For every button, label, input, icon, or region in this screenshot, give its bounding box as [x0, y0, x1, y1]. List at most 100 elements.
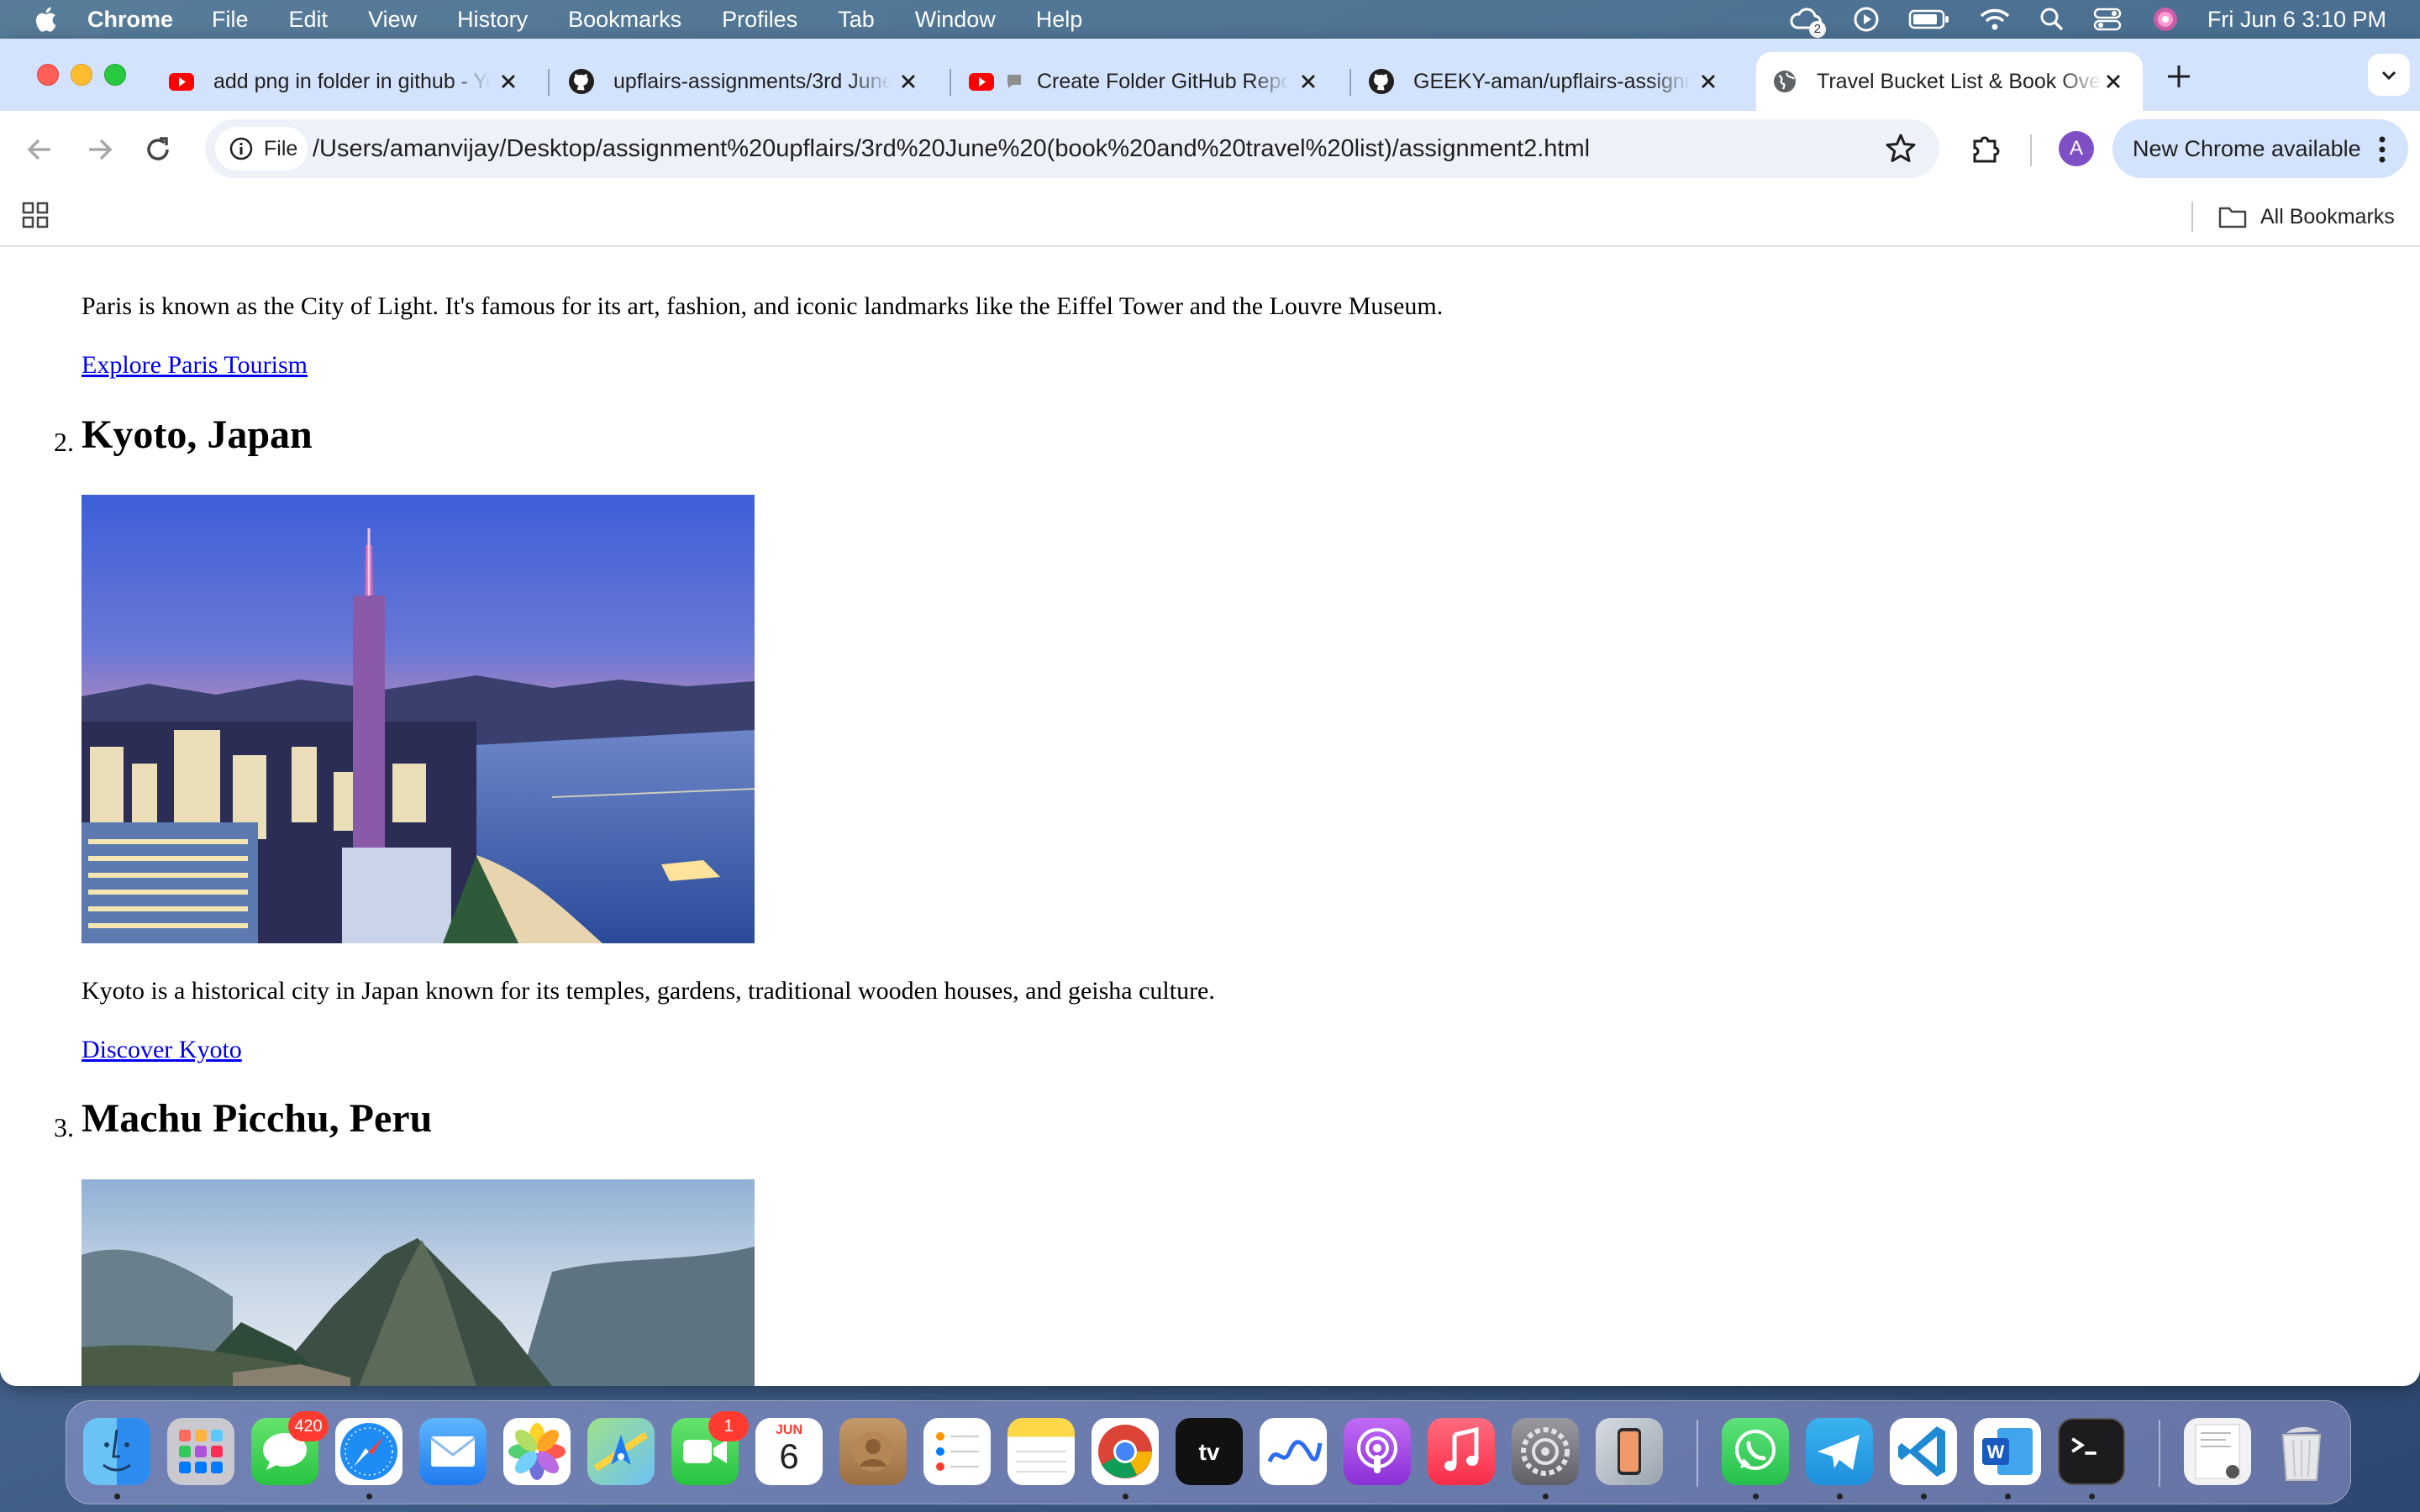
- creative-cloud-icon[interactable]: 2: [1789, 4, 1826, 38]
- chrome-icon[interactable]: [1092, 1418, 1159, 1485]
- running-indicator: [1123, 1494, 1128, 1499]
- close-icon[interactable]: [1297, 71, 1319, 92]
- reload-icon[interactable]: [139, 131, 176, 168]
- running-indicator: [366, 1494, 372, 1499]
- menu-bookmarks[interactable]: Bookmarks: [568, 7, 681, 33]
- terminal-icon[interactable]: [2058, 1418, 2125, 1485]
- tab-youtube-create-folder[interactable]: Create Folder GitHub Repo: [968, 52, 1338, 111]
- running-indicator: [1753, 1494, 1759, 1499]
- apple-tv-icon[interactable]: tv: [1176, 1418, 1243, 1485]
- facetime-icon[interactable]: 1: [671, 1411, 749, 1485]
- freeform-icon[interactable]: [1260, 1418, 1327, 1485]
- battery-icon[interactable]: [1908, 8, 1950, 30]
- forward-arrow-icon[interactable]: [81, 131, 118, 168]
- tab-search-button[interactable]: [2368, 54, 2410, 96]
- menu-app-name[interactable]: Chrome: [87, 7, 173, 33]
- all-bookmarks-button[interactable]: All Bookmarks: [2218, 188, 2395, 245]
- play-circle-icon[interactable]: [1853, 6, 1880, 33]
- tab-travel-bucket-list[interactable]: Travel Bucket List & Book Overview: [1756, 52, 2143, 111]
- launchpad-icon[interactable]: [167, 1418, 234, 1485]
- kebab-menu-icon[interactable]: [2378, 136, 2386, 163]
- url-text[interactable]: /Users/amanvijay/Desktop/assignment%20up…: [313, 119, 1590, 178]
- mail-icon[interactable]: [419, 1418, 487, 1485]
- github-icon: [1369, 69, 1394, 94]
- notes-icon[interactable]: [1007, 1418, 1075, 1485]
- menu-clock[interactable]: Fri Jun 6 3:10 PM: [2207, 7, 2386, 33]
- calendar-day: 6: [779, 1436, 799, 1476]
- photos-icon[interactable]: [503, 1418, 571, 1485]
- tab-github-geeky-aman[interactable]: GEEKY-aman/upflairs-assignments: [1368, 52, 1738, 111]
- music-icon[interactable]: [1428, 1418, 1495, 1485]
- close-icon[interactable]: [897, 71, 919, 92]
- apps-grid-icon[interactable]: [22, 202, 49, 228]
- menu-file[interactable]: File: [212, 7, 249, 33]
- whatsapp-icon[interactable]: [1722, 1418, 1789, 1485]
- menu-view[interactable]: View: [368, 7, 417, 33]
- browser-window: add png in folder in github - YouTube up…: [0, 39, 2420, 1386]
- tab-title: Travel Bucket List & Book Overview: [1817, 69, 2102, 93]
- tab-github-upflairs-assignments[interactable]: upflairs-assignments/3rd June: [568, 52, 938, 111]
- new-tab-plus-icon[interactable]: [2163, 60, 2195, 92]
- spotlight-search-icon[interactable]: [2039, 7, 2065, 32]
- address-bar[interactable]: File /Users/amanvijay/Desktop/assignment…: [205, 119, 1939, 178]
- maps-icon[interactable]: [587, 1418, 655, 1485]
- system-settings-icon[interactable]: [1512, 1418, 1579, 1485]
- tab-title: add png in folder in github - YouTube: [213, 69, 491, 93]
- tab-strip: add png in folder in github - YouTube up…: [0, 39, 2420, 111]
- window-close-button[interactable]: [37, 64, 59, 86]
- extensions-puzzle-icon[interactable]: [1968, 129, 2005, 166]
- running-indicator: [1543, 1494, 1549, 1499]
- new-chrome-available-button[interactable]: New Chrome available: [2112, 119, 2408, 178]
- messages-icon[interactable]: 420: [251, 1411, 329, 1485]
- globe-icon: [1774, 71, 1796, 92]
- all-bookmarks-label: All Bookmarks: [2260, 204, 2395, 228]
- iphone-mirroring-icon[interactable]: [1596, 1418, 1663, 1485]
- contacts-icon[interactable]: [839, 1418, 907, 1485]
- running-indicator: [114, 1494, 120, 1499]
- site-info-chip[interactable]: File: [215, 127, 308, 171]
- menu-bar: Chrome File Edit View History Bookmarks …: [0, 0, 2420, 39]
- speech-bubble-icon: [1007, 75, 1021, 88]
- vscode-icon[interactable]: [1890, 1418, 1957, 1485]
- window-zoom-button[interactable]: [104, 64, 126, 86]
- kyoto-description: Kyoto is a historical city in Japan know…: [82, 977, 1215, 1005]
- telegram-icon[interactable]: [1806, 1418, 1873, 1485]
- menu-help[interactable]: Help: [1036, 7, 1083, 33]
- close-icon[interactable]: [1697, 71, 1719, 92]
- svg-text:tv: tv: [1199, 1439, 1220, 1465]
- explore-paris-link[interactable]: Explore Paris Tourism: [82, 351, 308, 380]
- podcasts-icon[interactable]: [1344, 1418, 1411, 1485]
- calendar-icon[interactable]: JUN 6: [755, 1418, 823, 1485]
- svg-text:W: W: [1987, 1441, 2005, 1462]
- menu-profiles[interactable]: Profiles: [722, 7, 797, 33]
- close-icon[interactable]: [497, 71, 519, 92]
- control-center-icon[interactable]: [2093, 7, 2123, 32]
- word-icon[interactable]: W: [1974, 1418, 2041, 1485]
- tab-youtube-add-png[interactable]: add png in folder in github - YouTube: [168, 52, 538, 111]
- profile-avatar[interactable]: A: [2059, 131, 2094, 166]
- menu-tab[interactable]: Tab: [838, 7, 875, 33]
- back-arrow-icon[interactable]: [22, 131, 59, 168]
- bookmarks-divider: [2191, 202, 2193, 232]
- reminders-icon[interactable]: [923, 1418, 991, 1485]
- chip-label: File: [264, 136, 298, 160]
- close-icon[interactable]: [2102, 71, 2124, 92]
- wifi-icon[interactable]: [1979, 7, 2011, 32]
- siri-icon[interactable]: [2152, 6, 2179, 33]
- tab-separator: [950, 69, 951, 96]
- downloads-stack-icon[interactable]: [2184, 1418, 2251, 1485]
- trash-icon[interactable]: [2268, 1418, 2335, 1485]
- github-icon: [569, 69, 594, 94]
- menu-history[interactable]: History: [457, 7, 528, 33]
- finder-icon[interactable]: [83, 1418, 150, 1485]
- dock-divider: [1697, 1420, 1698, 1487]
- machu-picchu-photo: [82, 1179, 755, 1386]
- menu-window[interactable]: Window: [915, 7, 996, 33]
- discover-kyoto-link[interactable]: Discover Kyoto: [82, 1036, 242, 1064]
- safari-icon[interactable]: [335, 1418, 402, 1485]
- window-minimize-button[interactable]: [71, 64, 92, 86]
- bookmark-star-icon[interactable]: [1884, 132, 1918, 165]
- menu-edit[interactable]: Edit: [289, 7, 329, 33]
- apple-logo-icon[interactable]: [32, 4, 62, 34]
- page-content: Paris is known as the City of Light. It'…: [0, 247, 2420, 1386]
